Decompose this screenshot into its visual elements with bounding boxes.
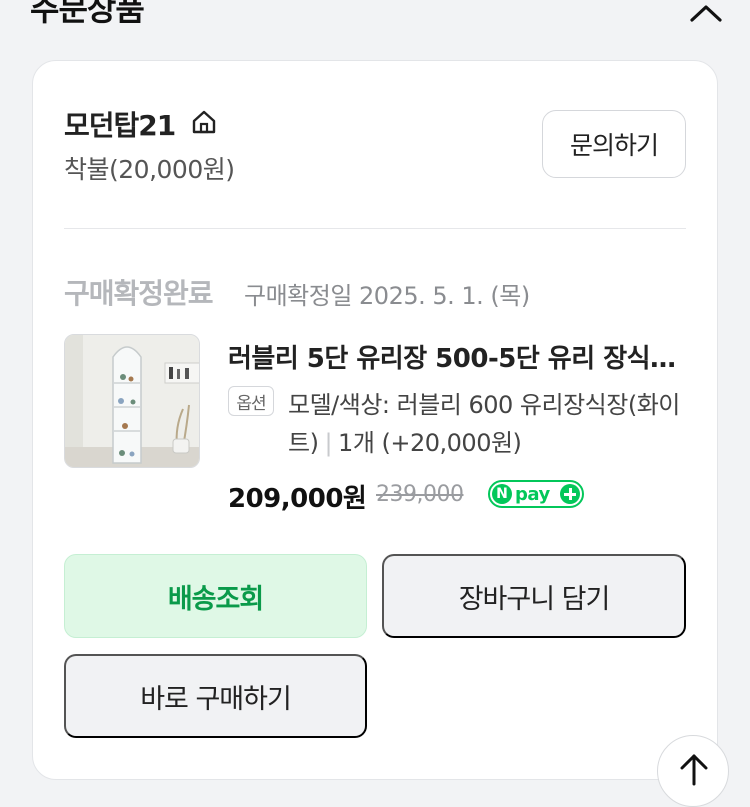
separator: | [324, 429, 333, 457]
section-header[interactable]: 주문상품 [0, 0, 750, 50]
option-detail: 모델/색상: 러블리 600 유리장식장(화이트) | 1개 (+20,000원) [288, 386, 688, 462]
npay-plus-icon: N pay [488, 480, 584, 508]
chevron-up-icon[interactable] [686, 0, 726, 26]
inquiry-button[interactable]: 문의하기 [542, 110, 686, 178]
track-delivery-button[interactable]: 배송조회 [64, 554, 367, 638]
home-icon[interactable] [190, 108, 218, 136]
npay-n-icon: N [492, 484, 512, 504]
confirm-date: 구매확정일 2025. 5. 1. (목) [244, 282, 530, 310]
order-status: 구매확정완료 [64, 277, 214, 310]
quantity: 1개 (+20,000원) [338, 429, 522, 457]
arrow-up-icon[interactable] [657, 735, 729, 807]
divider [64, 228, 686, 229]
plus-icon [560, 484, 580, 504]
product-price: 209,000원 [228, 484, 367, 514]
product-thumbnail[interactable] [64, 334, 200, 468]
option-badge: 옵션 [228, 386, 274, 416]
add-to-cart-button[interactable]: 장바구니 담기 [382, 554, 686, 638]
product-title[interactable]: 러블리 5단 유리장 500-5단 유리 장식장 진열장 [228, 338, 688, 375]
store-name[interactable]: 모던탑21 [64, 104, 176, 144]
npay-label: pay [515, 483, 550, 505]
original-price: 239,000 [376, 482, 464, 507]
section-title: 주문상품 [30, 0, 145, 28]
buy-now-button[interactable]: 바로 구매하기 [64, 654, 367, 738]
shipping-fee: 착불(20,000원) [64, 155, 235, 184]
